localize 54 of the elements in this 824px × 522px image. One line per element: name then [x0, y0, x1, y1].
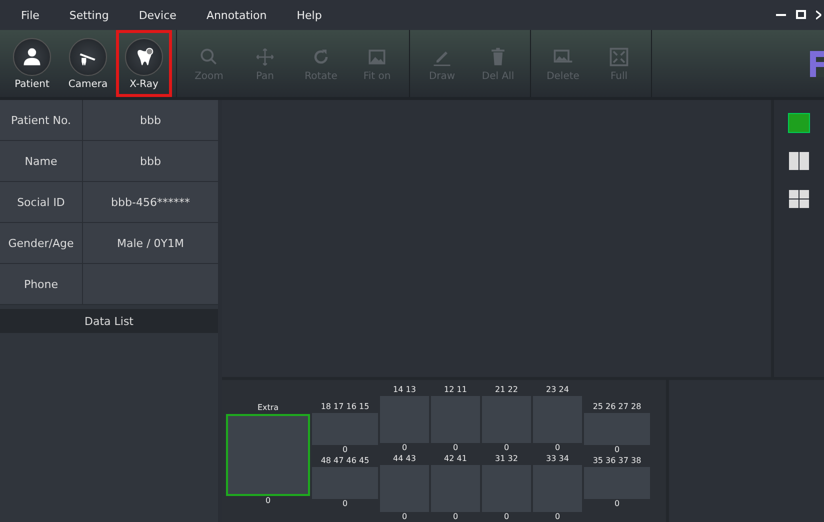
- toolbar-button[interactable]: X-Ray: [116, 30, 172, 97]
- image-count: 0: [264, 496, 272, 506]
- tooth-group-label: 25 26 27 28: [592, 401, 642, 413]
- data-list-header: Data List: [0, 309, 218, 333]
- full-icon: [608, 46, 630, 68]
- image-count: 0: [400, 512, 408, 522]
- field-value: bbb: [83, 100, 218, 140]
- pan-icon: [254, 46, 276, 68]
- image-count: 0: [613, 445, 621, 455]
- toolbar-button[interactable]: Camera: [60, 30, 116, 97]
- field-label: Patient No.: [0, 100, 83, 140]
- single-view-icon[interactable]: [789, 114, 809, 132]
- tooth-group-label: 35 36 37 38: [592, 455, 642, 467]
- tooth-group-label: 14 13: [392, 384, 417, 396]
- person-icon: [21, 46, 43, 68]
- tooth-group-label: 18 17 16 15: [320, 401, 370, 413]
- image-count: 0: [341, 499, 349, 509]
- four-pane-icon[interactable]: [789, 190, 809, 208]
- field-value: Male / 0Y1M: [83, 223, 218, 263]
- tooth-group-label: 44 43: [392, 453, 417, 465]
- logo-icon: [810, 50, 824, 76]
- field-value: bbb-456******: [83, 182, 218, 222]
- menu-item[interactable]: Annotation: [191, 8, 282, 22]
- tooth-group-label: 33 34: [545, 453, 570, 465]
- tooth-group-label: Extra: [256, 402, 280, 414]
- field-label: Gender/Age: [0, 223, 83, 263]
- image-count: 0: [554, 512, 562, 522]
- tooth-group-label: 12 11: [443, 384, 468, 396]
- tooth-group-label: 21 22: [494, 384, 519, 396]
- two-pane-icon[interactable]: [789, 152, 809, 170]
- tooth-group-label: 23 24: [545, 384, 570, 396]
- image-count: 0: [554, 443, 562, 453]
- menu-item[interactable]: Help: [282, 8, 337, 22]
- field-label: Social ID: [0, 182, 83, 222]
- image-count: 0: [452, 443, 460, 453]
- image-count: 0: [452, 512, 460, 522]
- close-icon[interactable]: [816, 10, 822, 20]
- toolbar-button[interactable]: Patient: [4, 30, 60, 97]
- image-count: 0: [502, 512, 510, 522]
- menu-item[interactable]: Setting: [54, 8, 124, 22]
- image-count: 0: [613, 499, 621, 509]
- tooth-slot[interactable]: [226, 414, 310, 496]
- field-label: Phone: [0, 264, 83, 304]
- image-count: 0: [400, 443, 408, 453]
- field-label: Name: [0, 141, 83, 181]
- tooth-group-label: 31 32: [494, 453, 519, 465]
- field-value: bbb: [83, 141, 218, 181]
- maximize-icon[interactable]: [796, 10, 806, 20]
- tooth-group-label: 42 41: [443, 453, 468, 465]
- menu-item[interactable]: File: [6, 8, 54, 22]
- image-count: 0: [502, 443, 510, 453]
- menu-item[interactable]: Device: [124, 8, 192, 22]
- image-count: 0: [341, 445, 349, 455]
- tooth-group-label: 48 47 46 45: [320, 455, 370, 467]
